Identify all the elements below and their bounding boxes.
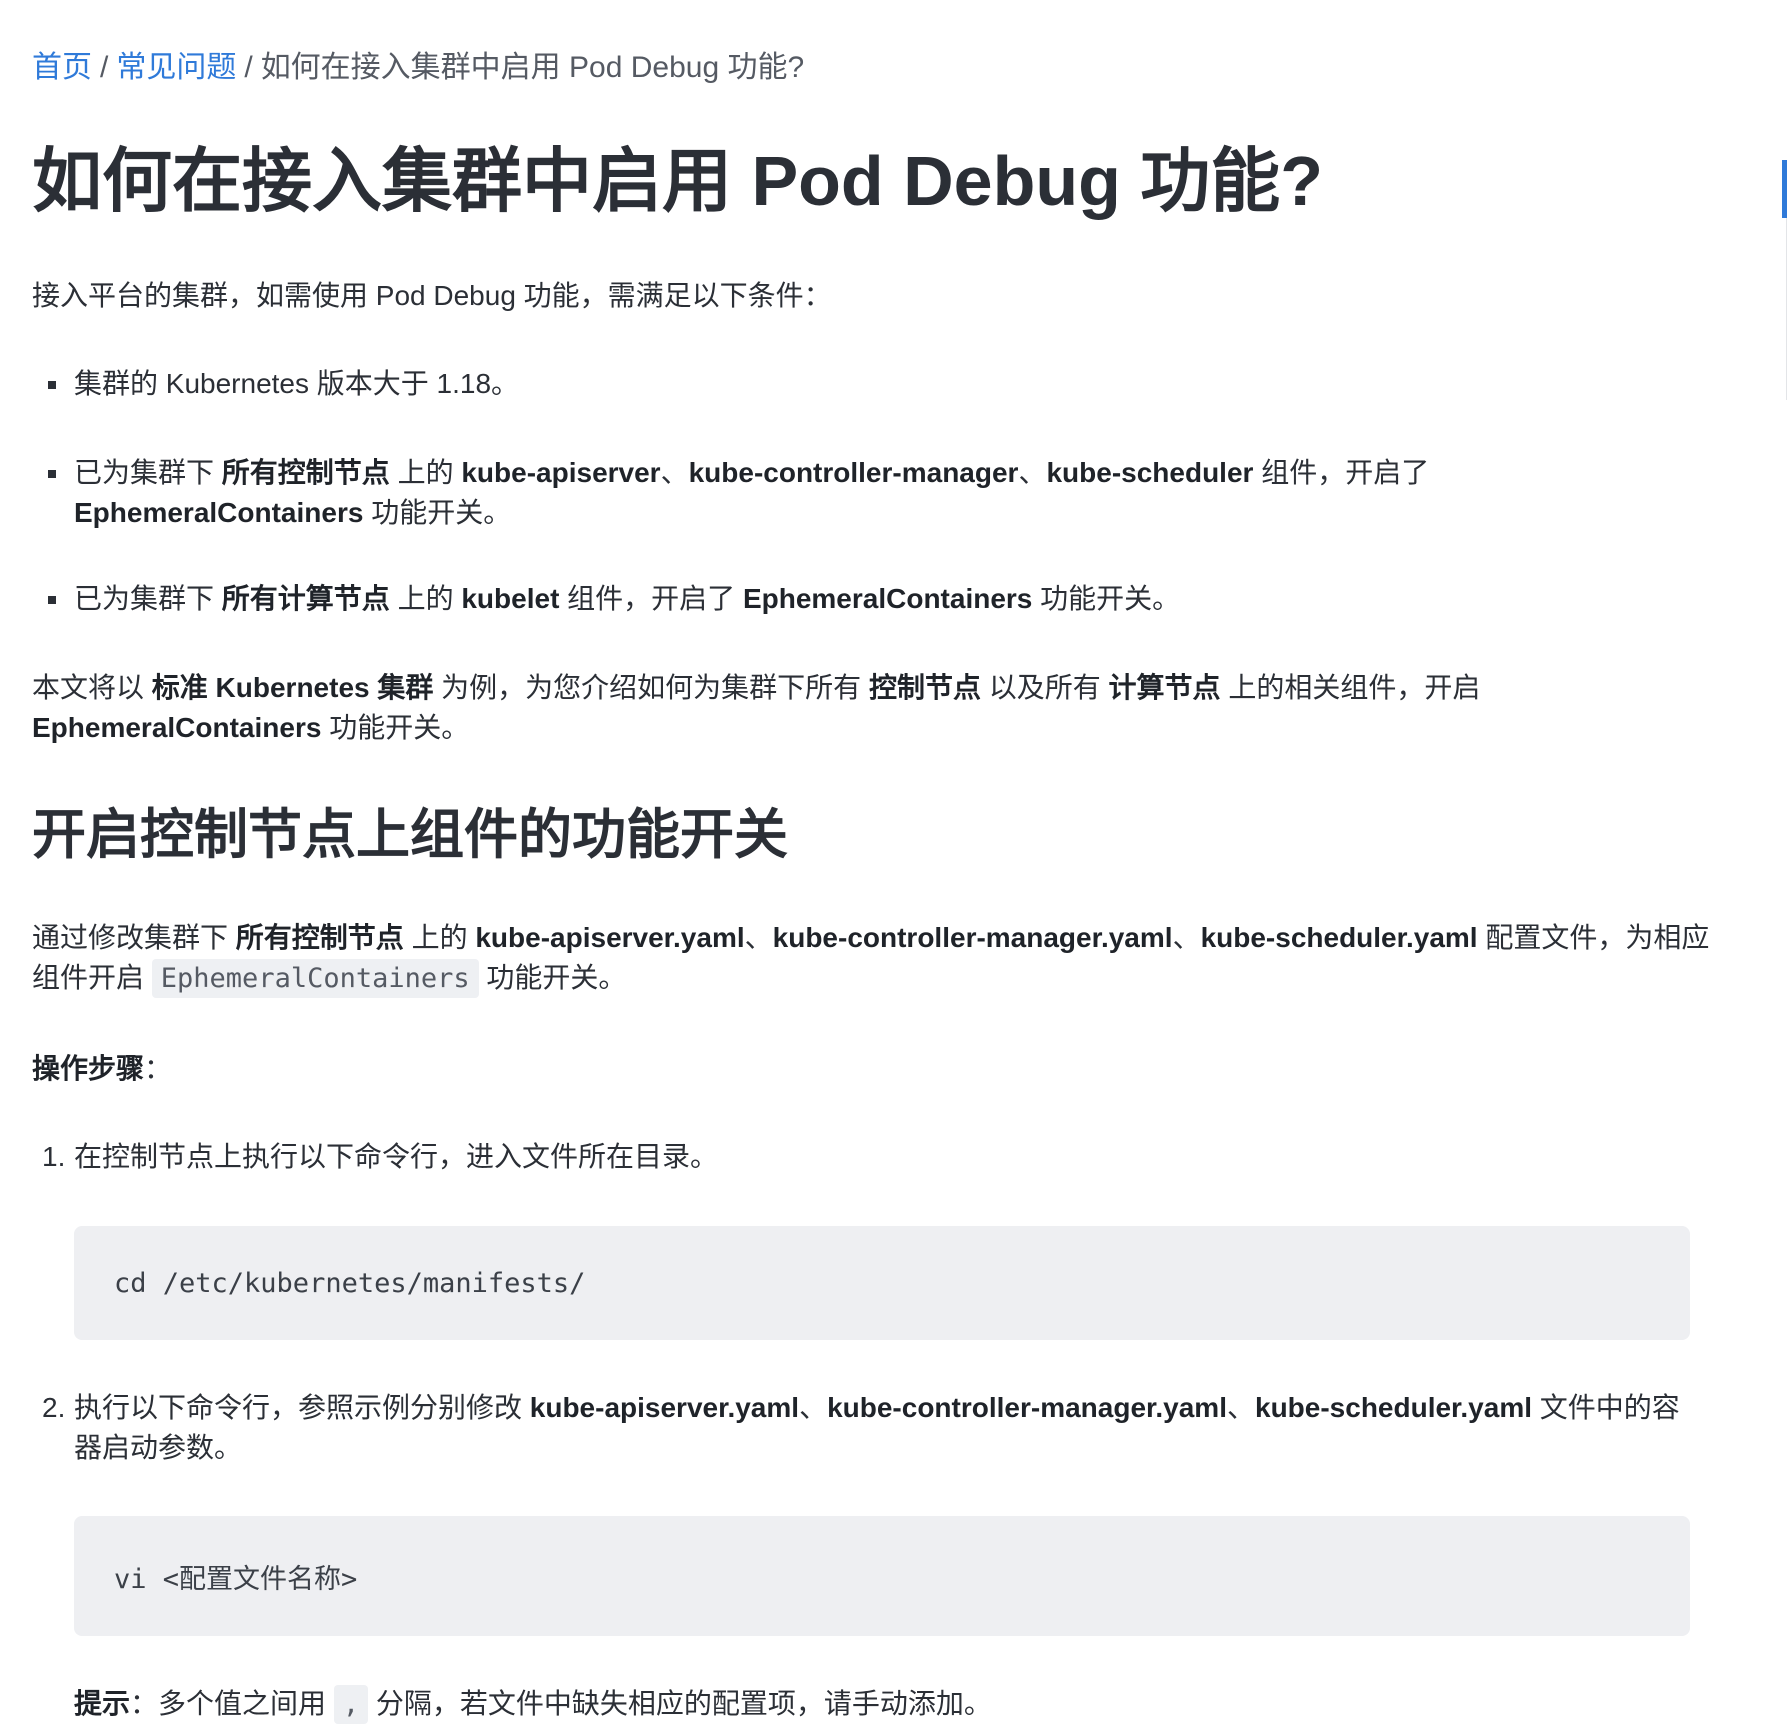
breadcrumb-separator: / xyxy=(100,51,109,84)
condition-item: 已为集群下 所有计算节点 上的 kubelet 组件，开启了 Ephemeral… xyxy=(74,583,1181,614)
inline-code: , xyxy=(333,1685,369,1724)
page-title: 如何在接入集群中启用 Pod Debug 功能? xyxy=(32,142,1324,220)
breadcrumb-home-link[interactable]: 首页 xyxy=(32,51,92,84)
intro-paragraph: 接入平台的集群，如需使用 Pod Debug 功能，需满足以下条件： xyxy=(32,280,832,311)
code-text: cd /etc/kubernetes/manifests/ xyxy=(114,1267,586,1299)
code-block[interactable]: cd /etc/kubernetes/manifests/ xyxy=(74,1226,1690,1340)
steps-label: 操作步骤： xyxy=(32,1053,173,1084)
step-number: 2. xyxy=(42,1392,66,1423)
step-text: 在控制节点上执行以下命令行，进入文件所在目录。 xyxy=(74,1141,719,1172)
bullet-marker xyxy=(48,470,56,478)
condition-item: 集群的 Kubernetes 版本大于 1.18。 xyxy=(74,368,520,399)
bullet-marker xyxy=(48,381,56,389)
breadcrumb: 首页 / 常见问题 / 如何在接入集群中启用 Pod Debug 功能? xyxy=(32,48,804,88)
step-text: 执行以下命令行，参照示例分别修改 kube-apiserver.yaml、kub… xyxy=(74,1392,1680,1463)
breadcrumb-faq-link[interactable]: 常见问题 xyxy=(116,51,236,84)
condition-item: 已为集群下 所有控制节点 上的 kube-apiserver、kube-cont… xyxy=(74,457,1430,528)
code-block[interactable]: vi <配置文件名称> xyxy=(74,1516,1690,1636)
section-intro-paragraph: 通过修改集群下 所有控制节点 上的 kube-apiserver.yaml、ku… xyxy=(32,918,1722,999)
toc-active-indicator xyxy=(1782,160,1787,218)
inline-code: EphemeralContainers xyxy=(151,959,479,998)
breadcrumb-separator: / xyxy=(244,51,253,84)
step-number: 1. xyxy=(42,1141,66,1172)
bullet-marker xyxy=(48,596,56,604)
section-heading: 开启控制节点上组件的功能开关 xyxy=(32,805,788,865)
breadcrumb-current: 如何在接入集群中启用 Pod Debug 功能? xyxy=(260,51,805,84)
tip-paragraph: 提示：多个值之间用 , 分隔，若文件中缺失相应的配置项，请手动添加。 xyxy=(74,1684,1694,1725)
code-text: vi <配置文件名称> xyxy=(114,1563,358,1595)
summary-paragraph: 本文将以 标准 Kubernetes 集群 为例，为您介绍如何为集群下所有 控制… xyxy=(32,672,1481,743)
